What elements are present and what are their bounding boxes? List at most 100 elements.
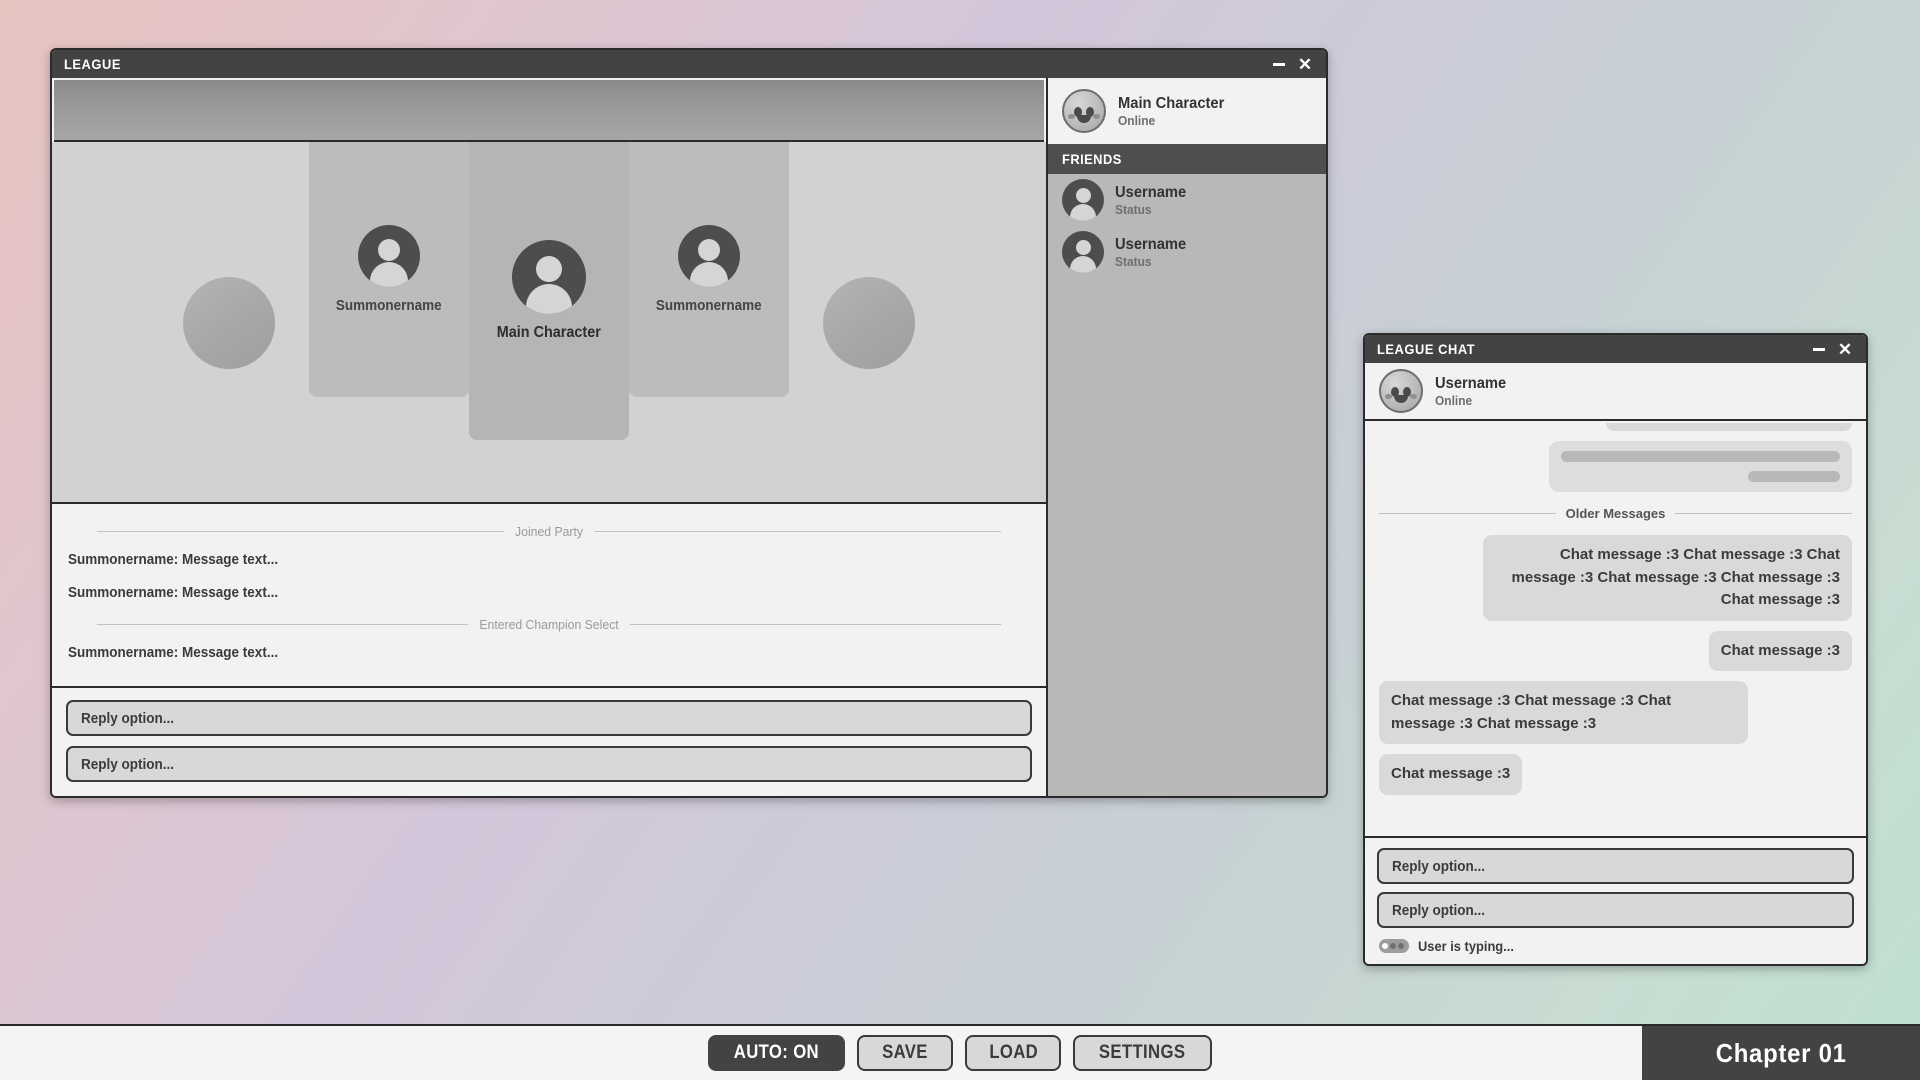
- person-avatar-icon: [358, 225, 420, 287]
- skeleton-bar: [1561, 451, 1840, 462]
- friends-sidebar: Main Character Online FRIENDS Username S…: [1048, 78, 1326, 796]
- minimize-icon[interactable]: [1266, 53, 1292, 75]
- log-divider-label: Entered Champion Select: [479, 617, 619, 632]
- party-chat-log: Joined Party Summonername: Message text.…: [52, 504, 1046, 688]
- chat-contact-status: Online: [1435, 392, 1473, 408]
- teammate-card: Summonername: [309, 142, 469, 397]
- load-label: LOAD: [988, 1042, 1038, 1063]
- party-member-name: Summonername: [656, 297, 762, 314]
- log-message: Summonername: Message text...: [68, 584, 934, 601]
- league-titlebar[interactable]: LEAGUE ✕: [52, 50, 1326, 78]
- log-message-text: Summonername: Message text...: [68, 584, 279, 601]
- person-avatar-icon: [678, 225, 740, 287]
- chat-message-list[interactable]: Older Messages Chat message :3 Chat mess…: [1365, 421, 1866, 838]
- friend-identity: Username Status: [1115, 236, 1192, 269]
- splash-banner: [54, 80, 1044, 142]
- chat-contact-identity: Username Online: [1435, 375, 1512, 408]
- friend-status: Status: [1115, 201, 1152, 217]
- league-main-column: Summonername Main Character Summonername: [52, 78, 1048, 796]
- friend-identity: Username Status: [1115, 184, 1192, 217]
- friends-section-title: FRIENDS: [1062, 151, 1122, 167]
- poro-avatar-icon: [1379, 369, 1423, 413]
- league-reply-options: Reply option... Reply option...: [52, 688, 1046, 796]
- chat-bubble-outgoing: Chat message :3 Chat message :3 Chat mes…: [1483, 535, 1852, 621]
- reply-option-label: Reply option...: [1392, 857, 1486, 875]
- current-user-status: Online: [1118, 112, 1156, 128]
- reply-option-label: Reply option...: [1392, 901, 1486, 919]
- reply-option-button[interactable]: Reply option...: [1377, 892, 1854, 928]
- skeleton-bar: [1748, 471, 1840, 482]
- log-message-text: Summonername: Message text...: [68, 551, 279, 568]
- log-divider: Joined Party: [97, 524, 1001, 539]
- older-messages-divider: Older Messages: [1379, 506, 1852, 521]
- chat-titlebar[interactable]: LEAGUE CHAT ✕: [1365, 335, 1866, 363]
- poro-cheek-right: [1410, 394, 1417, 400]
- log-message: Summonername: Message text...: [68, 551, 934, 568]
- party-slot-empty-right[interactable]: [789, 142, 949, 504]
- chapter-indicator: Chapter 01: [1642, 1026, 1920, 1080]
- poro-mouth: [1077, 115, 1091, 123]
- league-chat-window: LEAGUE CHAT ✕ Username Online Older Mess…: [1363, 333, 1868, 966]
- auto-toggle-label: AUTO: ON: [734, 1042, 820, 1063]
- friend-list-item[interactable]: Username Status: [1048, 226, 1326, 278]
- empty-slot-icon: [823, 277, 915, 369]
- league-window-title: LEAGUE: [64, 56, 121, 72]
- reply-option-label: Reply option...: [81, 709, 175, 727]
- log-divider: Entered Champion Select: [97, 617, 1001, 632]
- party-slot-teammate-2[interactable]: Summonername: [629, 142, 789, 397]
- typing-dot: [1382, 943, 1388, 949]
- party-member-name: Summonername: [336, 297, 442, 314]
- person-avatar-icon: [1062, 179, 1104, 221]
- poro-cheek-left: [1068, 114, 1075, 120]
- party-slot-empty-left[interactable]: [149, 142, 309, 504]
- auto-toggle-button[interactable]: AUTO: ON: [708, 1035, 846, 1071]
- league-window: LEAGUE ✕ Summonername Main Character Sum…: [50, 48, 1328, 798]
- typing-dot: [1390, 943, 1396, 949]
- chat-contact-header[interactable]: Username Online: [1365, 363, 1866, 421]
- current-user-name: Main Character: [1118, 94, 1225, 112]
- typing-indicator: User is typing...: [1377, 936, 1854, 956]
- load-button[interactable]: LOAD: [965, 1035, 1062, 1071]
- reply-option-button[interactable]: Reply option...: [66, 746, 1032, 782]
- log-message: Summonername: Message text...: [68, 644, 934, 661]
- save-label: SAVE: [882, 1042, 929, 1063]
- person-avatar-icon: [1062, 231, 1104, 273]
- close-icon[interactable]: ✕: [1832, 338, 1858, 360]
- party-slot-teammate-1[interactable]: Summonername: [309, 142, 469, 397]
- league-body: Summonername Main Character Summonername: [52, 78, 1326, 796]
- friend-name: Username: [1115, 235, 1187, 253]
- friend-list-item[interactable]: Username Status: [1048, 174, 1326, 226]
- reply-option-button[interactable]: Reply option...: [66, 700, 1032, 736]
- poro-cheek-right: [1093, 114, 1100, 120]
- party-slot-main-character[interactable]: Main Character: [469, 142, 629, 440]
- friend-name: Username: [1115, 183, 1187, 201]
- log-divider-label: Joined Party: [515, 524, 583, 539]
- chat-contact-name: Username: [1435, 374, 1507, 392]
- party-member-name: Main Character: [496, 324, 602, 341]
- chat-window-title: LEAGUE CHAT: [1377, 341, 1476, 357]
- close-icon[interactable]: ✕: [1292, 53, 1318, 75]
- teammate-card: Summonername: [629, 142, 789, 397]
- chat-bubble-outgoing: Chat message :3: [1708, 630, 1852, 671]
- current-user-row[interactable]: Main Character Online: [1048, 78, 1326, 144]
- save-button[interactable]: SAVE: [857, 1035, 954, 1071]
- bottom-toolbar: AUTO: ON SAVE LOAD SETTINGS Chapter 01: [0, 1024, 1920, 1080]
- poro-cheek-left: [1385, 394, 1392, 400]
- empty-slot-icon: [183, 277, 275, 369]
- reply-option-button[interactable]: Reply option...: [1377, 848, 1854, 884]
- chat-bubble-incoming: Chat message :3: [1379, 754, 1523, 795]
- party-stage: Summonername Main Character Summonername: [52, 142, 1046, 504]
- loading-message-placeholder: [1549, 441, 1852, 492]
- poro-mouth: [1394, 395, 1408, 403]
- reply-option-label: Reply option...: [81, 755, 175, 773]
- main-character-card: Main Character: [469, 142, 629, 440]
- settings-button[interactable]: SETTINGS: [1073, 1035, 1212, 1071]
- person-avatar-icon: [512, 240, 586, 314]
- minimize-icon[interactable]: [1806, 338, 1832, 360]
- typing-text: User is typing...: [1418, 938, 1514, 954]
- chapter-label: Chapter 01: [1715, 1037, 1847, 1068]
- settings-label: SETTINGS: [1099, 1042, 1186, 1063]
- older-messages-label: Older Messages: [1565, 506, 1666, 521]
- poro-avatar-icon: [1062, 89, 1106, 133]
- chat-reply-options: Reply option... Reply option... User is …: [1365, 838, 1866, 964]
